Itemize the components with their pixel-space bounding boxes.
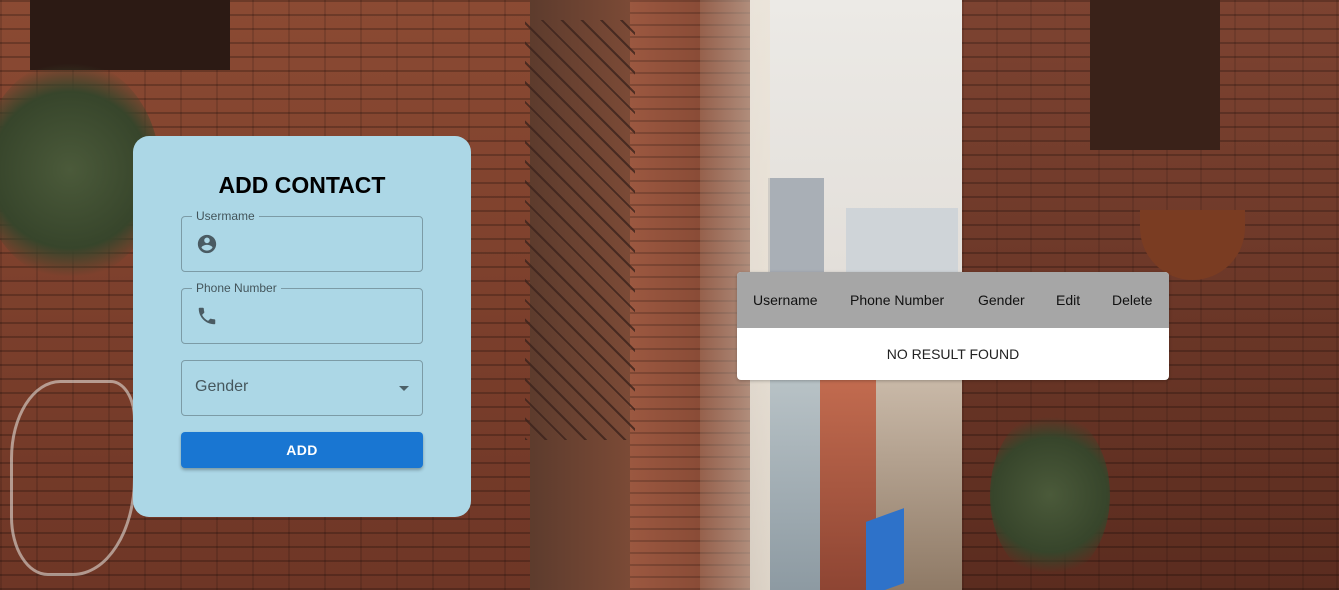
username-field[interactable]: Usermame xyxy=(181,209,423,272)
add-contact-card: ADD CONTACT Usermame Phone Number Gender… xyxy=(133,136,471,517)
window xyxy=(30,0,230,70)
column-header-phone[interactable]: Phone Number xyxy=(834,292,962,308)
gender-placeholder: Gender xyxy=(195,378,249,395)
gender-select[interactable]: Gender xyxy=(181,360,423,416)
add-button[interactable]: ADD xyxy=(181,432,423,468)
graffiti xyxy=(10,380,136,576)
form-title: ADD CONTACT xyxy=(218,172,386,198)
window xyxy=(1090,0,1220,150)
column-header-gender[interactable]: Gender xyxy=(962,292,1040,308)
dropdown-arrow-icon xyxy=(399,386,409,391)
column-header-delete[interactable]: Delete xyxy=(1096,292,1168,308)
account-circle-icon xyxy=(196,233,218,255)
phone-field[interactable]: Phone Number xyxy=(181,281,423,344)
username-label: Usermame xyxy=(192,209,259,223)
empty-message: NO RESULT FOUND xyxy=(886,346,1020,362)
column-header-edit[interactable]: Edit xyxy=(1040,292,1096,308)
table-header-row: Username Phone Number Gender Edit Delete xyxy=(737,272,1169,328)
contacts-table: Username Phone Number Gender Edit Delete… xyxy=(737,272,1169,380)
flag xyxy=(866,508,904,590)
ivy xyxy=(990,410,1110,580)
column-header-username[interactable]: Username xyxy=(737,292,834,308)
phone-icon xyxy=(196,305,218,327)
username-input[interactable] xyxy=(230,229,414,261)
phone-input[interactable] xyxy=(230,301,414,333)
fire-escape xyxy=(525,20,635,440)
phone-label: Phone Number xyxy=(192,281,281,295)
